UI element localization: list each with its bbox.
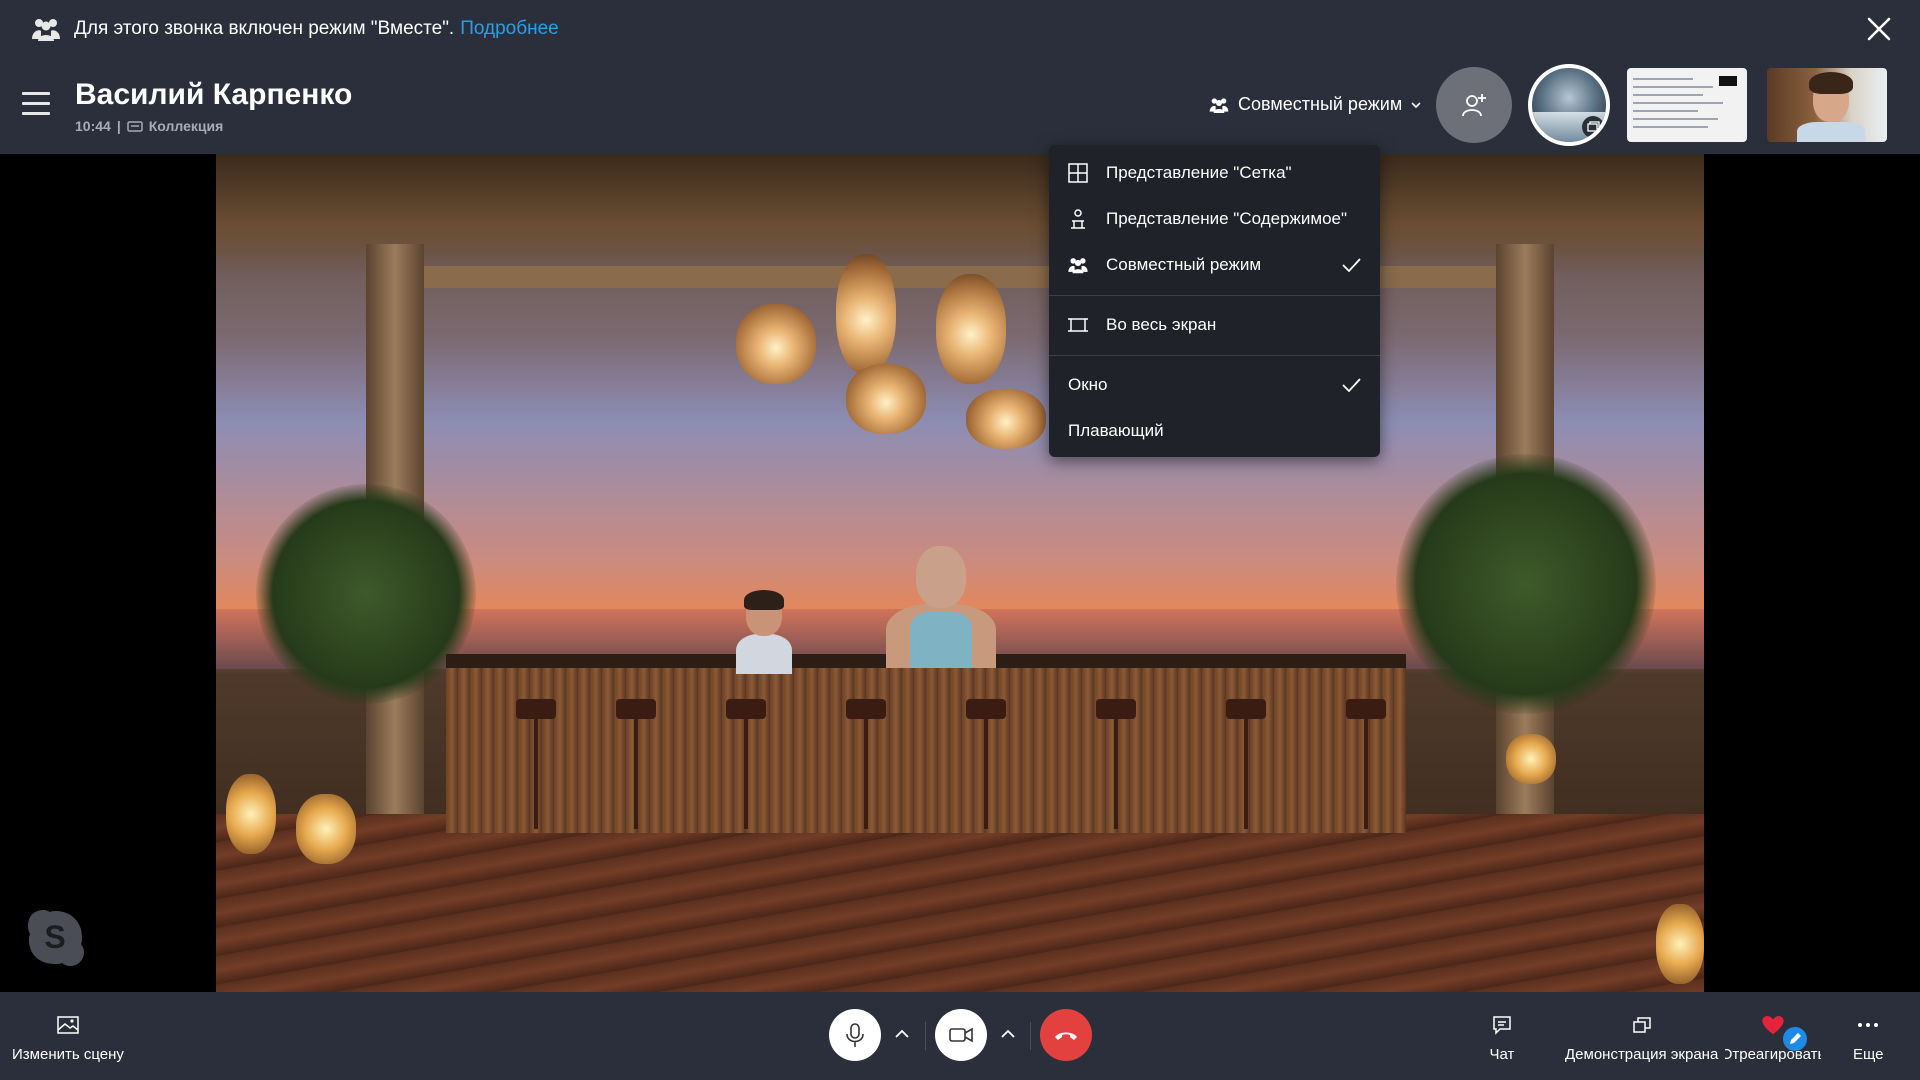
add-person-icon xyxy=(1462,94,1486,117)
checkmark-icon xyxy=(1342,258,1361,273)
view-mode-menu: Представление "Сетка" Представление "Сод… xyxy=(1049,145,1380,457)
participant-seat-1 xyxy=(736,590,792,674)
more-label: Еще xyxy=(1853,1046,1884,1063)
view-mode-label: Совместный режим xyxy=(1238,94,1403,114)
self-avatar[interactable] xyxy=(1528,64,1610,146)
subtitle-separator: | xyxy=(116,118,121,134)
hamburger-menu-icon[interactable] xyxy=(22,92,50,116)
call-controls-bar: Изменить сцену Чат Демонстрация экрана О… xyxy=(0,992,1920,1080)
menu-item-label: Окно xyxy=(1068,375,1108,394)
chevron-up-icon xyxy=(1001,1029,1015,1038)
banner-text: Для этого звонка включен режим "Вместе". xyxy=(74,18,455,39)
menu-item-label: Представление "Содержимое" xyxy=(1106,209,1348,228)
microphone-icon xyxy=(846,1023,864,1047)
together-mode-icon xyxy=(1068,258,1088,274)
shared-screen-badge xyxy=(1582,116,1604,138)
together-mode-scene xyxy=(216,154,1704,992)
change-scene-label: Изменить сцену xyxy=(12,1046,124,1063)
menu-divider xyxy=(1049,355,1380,356)
add-participant-button[interactable] xyxy=(1436,67,1512,143)
chevron-down-icon xyxy=(1411,101,1421,108)
menu-item-label: Представление "Сетка" xyxy=(1106,163,1292,182)
chat-icon xyxy=(1493,1016,1511,1035)
menu-item-content-view[interactable]: Представление "Содержимое" xyxy=(1049,197,1380,241)
view-mode-dropdown[interactable]: Совместный режим xyxy=(1208,94,1422,115)
menu-item-label: Плавающий xyxy=(1068,421,1164,440)
caller-name: Василий Карпенко xyxy=(75,78,353,111)
call-header: Василий Карпенко 10:44 | Коллекция Совме… xyxy=(0,58,1920,154)
skype-logo-icon: S xyxy=(28,910,84,966)
menu-item-fullscreen[interactable]: Во весь экран xyxy=(1049,303,1380,347)
participant-seat-2 xyxy=(886,546,996,668)
camera-options-button[interactable] xyxy=(996,1022,1020,1046)
menu-item-label: Во весь экран xyxy=(1106,315,1217,334)
screen-share-icon xyxy=(1632,1017,1651,1033)
microphone-button[interactable] xyxy=(829,1009,881,1061)
call-time: 10:44 xyxy=(75,118,111,134)
svg-text:S: S xyxy=(44,919,65,955)
menu-item-window[interactable]: Окно xyxy=(1049,363,1380,407)
grid-icon xyxy=(1068,163,1088,183)
screen-share-button[interactable]: Демонстрация экрана xyxy=(1565,992,1718,1080)
react-button[interactable]: Отреагировать xyxy=(1725,992,1821,1080)
screen-share-label: Демонстрация экрана xyxy=(1565,1046,1719,1063)
end-call-button[interactable] xyxy=(1040,1009,1092,1061)
learn-more-link[interactable]: Подробнее xyxy=(460,18,559,40)
microphone-options-button[interactable] xyxy=(890,1022,914,1046)
speaker-view-icon xyxy=(1071,209,1085,229)
together-mode-banner: Для этого звонка включен режим "Вместе".… xyxy=(0,0,1920,58)
chevron-up-icon xyxy=(895,1029,909,1038)
chat-button[interactable]: Чат xyxy=(1489,992,1515,1080)
window-icon xyxy=(1587,121,1600,132)
menu-item-floating[interactable]: Плавающий xyxy=(1049,409,1380,453)
hang-up-icon xyxy=(1055,1032,1077,1040)
chat-label: Чат xyxy=(1489,1046,1515,1063)
menu-item-together-mode[interactable]: Совместный режим xyxy=(1049,243,1380,287)
fullscreen-icon xyxy=(1068,318,1088,332)
controls-divider xyxy=(925,1022,926,1050)
collection-icon xyxy=(126,121,143,132)
video-camera-icon xyxy=(949,1027,973,1043)
menu-divider xyxy=(1049,295,1380,296)
call-subtitle: 10:44 | Коллекция xyxy=(75,118,223,134)
close-icon[interactable] xyxy=(1864,14,1894,44)
camera-button[interactable] xyxy=(935,1009,987,1061)
controls-divider xyxy=(1030,1022,1031,1050)
people-icon xyxy=(32,19,60,41)
menu-item-grid-view[interactable]: Представление "Сетка" xyxy=(1049,151,1380,195)
participant-video-thumbnail[interactable] xyxy=(1767,68,1887,142)
collection-label[interactable]: Коллекция xyxy=(149,118,224,134)
more-options-button[interactable]: Еще xyxy=(1853,992,1884,1080)
together-mode-icon xyxy=(1209,97,1229,113)
change-scene-button[interactable]: Изменить сцену xyxy=(12,992,124,1080)
more-icon xyxy=(1858,1023,1879,1027)
menu-item-label: Совместный режим xyxy=(1106,255,1262,274)
pencil-badge-icon xyxy=(1783,1027,1807,1051)
checkmark-icon xyxy=(1342,378,1361,393)
participant-screen-thumbnail[interactable] xyxy=(1627,68,1747,142)
scene-icon xyxy=(57,1016,79,1034)
